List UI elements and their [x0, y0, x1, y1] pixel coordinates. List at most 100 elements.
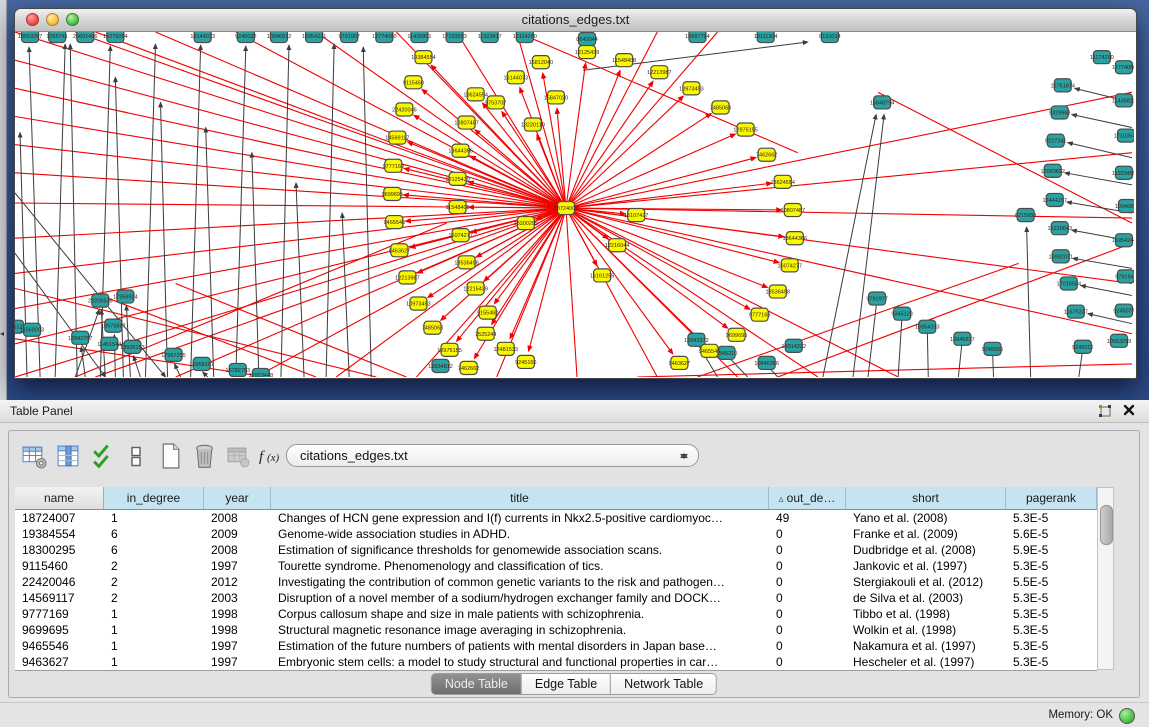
table-cell[interactable]: 5.3E-5: [1006, 638, 1097, 654]
table-cell[interactable]: 2: [104, 590, 204, 606]
table-cell[interactable]: 9777169: [15, 606, 104, 622]
table-settings-button[interactable]: [17, 439, 51, 473]
network-node[interactable]: 12481533: [493, 342, 518, 355]
table-cell[interactable]: Nakamura et al. (1997): [846, 638, 1006, 654]
network-node[interactable]: 1055741: [46, 32, 67, 43]
network-node[interactable]: 13644366: [448, 144, 473, 157]
table-cell[interactable]: Tibbo et al. (1998): [846, 606, 1006, 622]
table-cell[interactable]: 1997: [204, 638, 271, 654]
table-cell[interactable]: Tourette syndrome. Phenomenology and cla…: [271, 558, 769, 574]
network-node[interactable]: 16114280: [513, 32, 537, 43]
tab-edge-table[interactable]: Edge Table: [522, 673, 611, 695]
clear-selection-button[interactable]: [119, 439, 153, 473]
table-row[interactable]: 977716911998Corpus callosum shape and si…: [15, 606, 1097, 622]
table-cell[interactable]: 0: [769, 622, 846, 638]
select-all-button[interactable]: [85, 439, 119, 473]
network-node[interactable]: 9777169: [749, 308, 770, 321]
network-node[interactable]: 17957255: [161, 348, 186, 361]
table-cell[interactable]: 0: [769, 590, 846, 606]
network-node[interactable]: 9463627: [669, 356, 690, 369]
column-header-title[interactable]: title: [271, 487, 769, 509]
table-cell[interactable]: 1997: [204, 654, 271, 670]
table-cell[interactable]: Estimation of significance thresholds fo…: [271, 542, 769, 558]
table-cell[interactable]: 2009: [204, 526, 271, 542]
column-header-in_degree[interactable]: in_degree: [104, 487, 204, 509]
network-node[interactable]: 9155460: [477, 306, 498, 319]
network-node[interactable]: 13505153: [120, 340, 145, 353]
network-node[interactable]: 9345123: [891, 307, 912, 320]
network-node[interactable]: 16074277: [448, 229, 473, 242]
network-node[interactable]: 11923417: [478, 32, 502, 43]
table-cell[interactable]: 0: [769, 654, 846, 670]
table-cell[interactable]: 0: [769, 526, 846, 542]
network-node[interactable]: 20206536: [88, 294, 113, 307]
network-node[interactable]: 9245166: [515, 355, 536, 368]
table-cell[interactable]: 5.9E-5: [1006, 542, 1097, 558]
memory-status-icon[interactable]: [1119, 708, 1135, 724]
network-node[interactable]: 16687794: [685, 32, 710, 43]
network-node[interactable]: 9463627: [389, 244, 410, 257]
network-node[interactable]: 9245055: [982, 342, 1003, 355]
network-node[interactable]: 16014222: [782, 339, 807, 352]
table-cell[interactable]: 14569117: [15, 590, 104, 606]
table-row[interactable]: 1872400712008Changes of HCN gene express…: [15, 510, 1097, 526]
table-cell[interactable]: Jankovic et al. (1997): [846, 558, 1006, 574]
network-node[interactable]: 9245012: [1072, 340, 1093, 353]
network-node[interactable]: 8215958: [1015, 209, 1036, 222]
network-node[interactable]: 18536498: [454, 256, 479, 269]
network-node[interactable]: 10973493: [406, 297, 431, 310]
network-node[interactable]: 12213987: [395, 271, 420, 284]
network-node[interactable]: 12975155: [437, 343, 462, 356]
table-row[interactable]: 2242004622012Investigating the contribut…: [15, 574, 1097, 590]
table-row[interactable]: 1456911722003Disruption of a novel membe…: [15, 590, 1097, 606]
network-node[interactable]: 11675337: [1064, 305, 1088, 318]
network-node[interactable]: 10553287: [18, 32, 43, 43]
table-row[interactable]: 969969511998Structural magnetic resonanc…: [15, 622, 1097, 638]
tab-node-table[interactable]: Node Table: [431, 673, 522, 695]
new-table-button[interactable]: [153, 439, 187, 473]
table-cell[interactable]: 5.3E-5: [1006, 622, 1097, 638]
network-node[interactable]: 12444157: [1042, 193, 1067, 206]
table-cell[interactable]: 5.3E-5: [1006, 510, 1097, 526]
table-cell[interactable]: Changes of HCN gene expression and I(f) …: [271, 510, 769, 526]
network-node[interactable]: 17103553: [442, 32, 467, 43]
network-node[interactable]: 13220110: [521, 118, 545, 131]
network-node[interactable]: 10973493: [679, 82, 704, 95]
table-cell[interactable]: 2: [104, 558, 204, 574]
table-cell[interactable]: 2008: [204, 510, 271, 526]
network-node[interactable]: 18111304: [754, 32, 778, 43]
network-node[interactable]: 12215439: [463, 282, 488, 295]
network-node[interactable]: 9777169: [383, 159, 404, 172]
network-node[interactable]: 9699695: [382, 187, 403, 200]
table-row[interactable]: 911546021997Tourette syndrome. Phenomeno…: [15, 558, 1097, 574]
network-node[interactable]: 13624554: [463, 88, 488, 101]
network-node[interactable]: 19384554: [411, 51, 436, 64]
table-scrollbar[interactable]: [1097, 487, 1114, 670]
network-node[interactable]: 7485063: [710, 101, 731, 114]
table-cell[interactable]: 6: [104, 526, 204, 542]
column-header-short[interactable]: short: [846, 487, 1006, 509]
network-node[interactable]: 13624554: [770, 175, 795, 188]
table-cell[interactable]: 1: [104, 638, 204, 654]
network-node[interactable]: 11174290: [1090, 51, 1114, 64]
network-node[interactable]: 16782753: [226, 363, 251, 376]
table-cell[interactable]: 6: [104, 542, 204, 558]
network-node[interactable]: 11435801: [407, 32, 431, 43]
delete-table-button[interactable]: [187, 439, 221, 473]
table-cell[interactable]: 5.5E-5: [1006, 574, 1097, 590]
table-cell[interactable]: Hescheler et al. (1997): [846, 654, 1006, 670]
network-node[interactable]: 18724007: [554, 201, 579, 214]
network-node[interactable]: 15812040: [529, 56, 554, 69]
network-node[interactable]: 10946877: [950, 332, 975, 345]
network-node[interactable]: 10807487: [454, 116, 479, 129]
column-header-year[interactable]: year: [204, 487, 271, 509]
network-node[interactable]: 17103544: [1114, 129, 1134, 142]
network-node[interactable]: 10975887: [101, 319, 126, 332]
network-node[interactable]: 9791907: [338, 32, 359, 43]
network-node[interactable]: 10946872: [267, 32, 292, 43]
table-cell[interactable]: Wolkin et al. (1998): [846, 622, 1006, 638]
network-node[interactable]: 11451544: [97, 337, 121, 350]
column-header-pagerank[interactable]: pagerank: [1006, 487, 1097, 509]
network-node[interactable]: 20691406: [73, 32, 98, 43]
network-node[interactable]: 11548408: [612, 54, 636, 67]
